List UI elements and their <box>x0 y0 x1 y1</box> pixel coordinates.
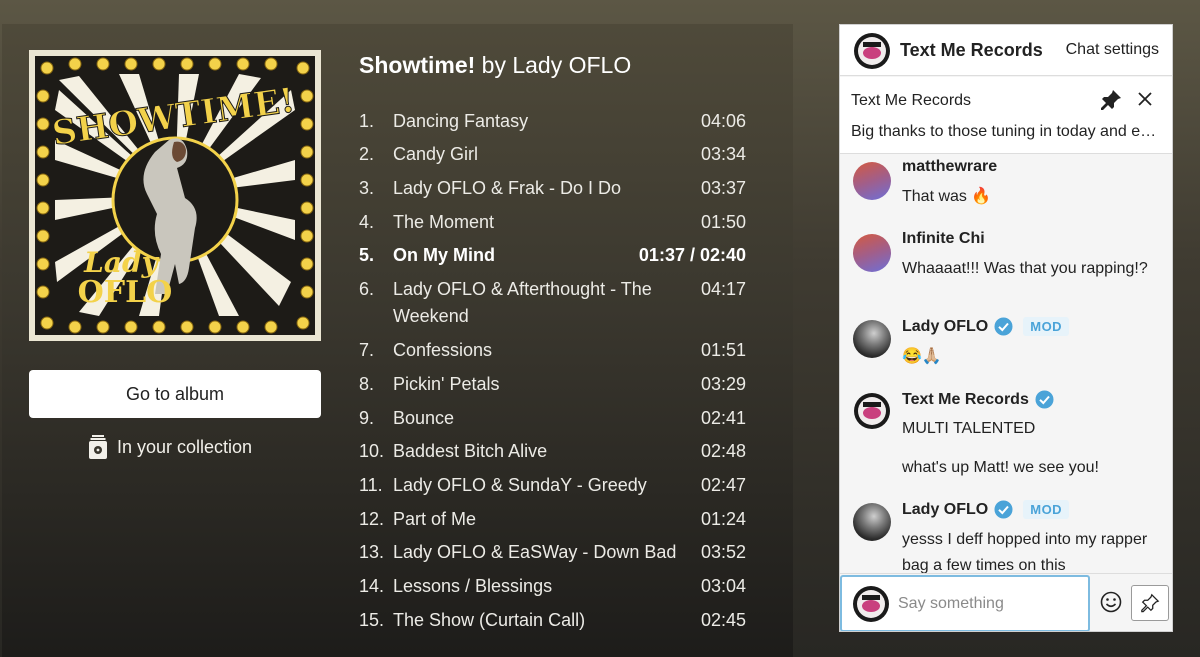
track-number: 9. <box>359 408 375 428</box>
track-number: 12. <box>359 509 385 529</box>
channel-logo <box>853 32 891 75</box>
pin-icon <box>1141 593 1160 613</box>
track-duration: 04:17 <box>700 279 746 299</box>
track-number: 2. <box>359 144 375 164</box>
track-title[interactable]: Part of Me <box>393 506 683 533</box>
album-heading: Showtime! by Lady OFLO <box>359 52 631 79</box>
go-to-album-button[interactable]: Go to album <box>29 370 321 418</box>
track-duration: 04:06 <box>700 111 746 131</box>
close-icon[interactable] <box>1136 90 1154 113</box>
chat-input-box[interactable] <box>840 575 1090 631</box>
message-username[interactable]: Lady OFLO MOD <box>902 500 1070 519</box>
track-duration: 01:50 <box>700 212 746 232</box>
username-text[interactable]: Infinite Chi <box>902 230 985 248</box>
username-text[interactable]: Lady OFLO <box>902 501 988 519</box>
track-number: 14. <box>359 576 385 596</box>
track-duration: 02:48 <box>700 441 746 461</box>
album-art-artist-line2: OFLO <box>78 275 173 310</box>
message-text-followup: what's up Matt! we see you! <box>902 459 1099 476</box>
username-text[interactable]: Text Me Records <box>902 391 1029 409</box>
verified-check-icon <box>994 317 1013 336</box>
track-number: 10. <box>359 441 385 461</box>
message-text: yesss I deff hopped into my rapper bag a… <box>902 531 1148 573</box>
track-duration: 03:29 <box>700 374 746 394</box>
mod-badge: MOD <box>1023 500 1070 519</box>
chat-settings-button[interactable]: Chat settings <box>1066 41 1159 59</box>
album-title[interactable]: Showtime! <box>359 52 475 78</box>
username-text[interactable]: matthewrare <box>902 158 997 176</box>
message-text: Whaaaat!!! Was that you rapping!? <box>902 260 1148 277</box>
avatar[interactable] <box>853 234 891 272</box>
track-number: 13. <box>359 542 385 562</box>
pinned-message-text: Big thanks to those tuning in today and … <box>851 123 1161 140</box>
track-duration: 01:24 <box>700 509 746 529</box>
track-number: 8. <box>359 374 375 394</box>
message-text: MULTI TALENTED <box>902 420 1036 437</box>
track-number: 1. <box>359 111 375 131</box>
chat-message-input[interactable] <box>898 591 1083 617</box>
track-title[interactable]: Lady OFLO & EaSWay - Down Bad <box>393 539 683 566</box>
track-duration: 01:37 / 02:40 <box>638 245 746 265</box>
message-username[interactable]: Infinite Chi <box>902 230 985 248</box>
track-title[interactable]: Lady OFLO & SundaY - Greedy <box>393 472 683 499</box>
track-duration: 03:37 <box>700 178 746 198</box>
track-duration: 03:34 <box>700 144 746 164</box>
message-text: That was 🔥 <box>902 188 992 205</box>
track-title[interactable]: Baddest Bitch Alive <box>393 438 683 465</box>
chat-composer <box>840 573 1172 631</box>
avatar[interactable] <box>853 320 891 358</box>
track-title[interactable]: Lady OFLO & Frak - Do I Do <box>393 175 683 202</box>
message-text: 😂🙏🏼 <box>902 348 942 365</box>
album-artist[interactable]: by Lady OFLO <box>482 52 632 78</box>
message-username[interactable]: matthewrare <box>902 158 997 176</box>
track-title[interactable]: Confessions <box>393 337 683 364</box>
track-title[interactable]: Bounce <box>393 405 683 432</box>
track-number: 6. <box>359 279 375 299</box>
track-duration: 01:51 <box>700 340 746 360</box>
track-number: 7. <box>359 340 375 360</box>
track-number: 11. <box>359 475 383 495</box>
collection-icon <box>89 435 107 459</box>
track-title[interactable]: Lessons / Blessings <box>393 573 683 600</box>
avatar[interactable] <box>853 503 891 541</box>
mod-badge: MOD <box>1023 317 1070 336</box>
track-title[interactable]: Pickin' Petals <box>393 371 683 398</box>
verified-check-icon <box>1035 390 1054 409</box>
pin-message-button[interactable] <box>1131 585 1169 621</box>
chat-header: Text Me Records Chat settings <box>840 25 1172 76</box>
pinned-message-author: Text Me Records <box>851 92 972 109</box>
track-number: 15. <box>359 610 385 630</box>
live-chat-panel: Text Me Records Chat settings Text Me Re… <box>839 24 1173 632</box>
track-title[interactable]: Lady OFLO & Afterthought - The Weekend <box>393 276 683 330</box>
emoji-icon[interactable] <box>1100 591 1122 618</box>
track-number: 3. <box>359 178 375 198</box>
track-title[interactable]: Candy Girl <box>393 141 683 168</box>
track-duration: 03:52 <box>700 542 746 562</box>
album-cover-art: SHOWTIME! Lady OFLO <box>29 50 321 341</box>
avatar[interactable] <box>853 162 891 200</box>
track-duration: 03:04 <box>700 576 746 596</box>
message-username[interactable]: Lady OFLO MOD <box>902 317 1070 336</box>
track-title[interactable]: Dancing Fantasy <box>393 108 683 135</box>
track-number: 4. <box>359 212 375 232</box>
username-text[interactable]: Lady OFLO <box>902 318 988 336</box>
chat-messages[interactable]: matthewrare That was 🔥 Infinite Chi Whaa… <box>840 155 1172 573</box>
track-title[interactable]: The Show (Curtain Call) <box>393 607 683 634</box>
message-username[interactable]: Text Me Records <box>902 390 1054 409</box>
pinned-message: Text Me Records Big thanks to those tuni… <box>840 77 1172 154</box>
pin-icon[interactable] <box>1100 89 1122 116</box>
verified-check-icon <box>994 500 1013 519</box>
track-duration: 02:41 <box>700 408 746 428</box>
track-duration: 02:47 <box>700 475 746 495</box>
in-collection-toggle[interactable]: In your collection <box>89 432 252 462</box>
user-avatar <box>852 585 890 628</box>
track-title[interactable]: The Moment <box>393 209 683 236</box>
avatar[interactable] <box>853 392 891 430</box>
track-number: 5. <box>359 245 375 265</box>
track-duration: 02:45 <box>700 610 746 630</box>
collection-label: In your collection <box>117 436 253 457</box>
chat-title: Text Me Records <box>900 40 1043 60</box>
